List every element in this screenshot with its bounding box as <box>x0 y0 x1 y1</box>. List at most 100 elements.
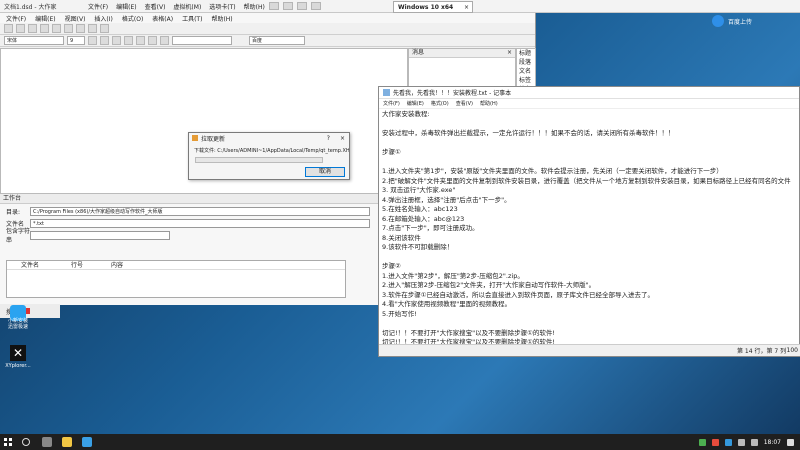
notepad-line: 安装过程中，杀毒软件弹出拦截提示，一定允许运行！！！如果不会的话，请关闭所有杀毒… <box>382 129 675 137</box>
notepad-line: 3.软件在步骤①已经自动激活，所以会直接进入到软件页面，原子库文件已经全部导入进… <box>382 290 655 299</box>
filename-input[interactable]: *.txt <box>30 218 370 228</box>
notepad-line: 步骤② <box>382 262 401 270</box>
align-right-icon[interactable] <box>148 36 157 45</box>
notepad-line: 1.进入文件夹"第1步"，安装"原版"文件夹里面的文件。软件会提示注册，先关闭（… <box>382 167 723 175</box>
tag-item[interactable]: 段落 <box>517 58 535 67</box>
menu-insert[interactable]: 插入(I) <box>94 14 112 23</box>
app-toolbar <box>0 23 535 35</box>
help-icon[interactable]: ? <box>327 135 330 142</box>
update-dialog: 拉取更新 ? × 下载文件: C:/Users/ADMINI~1/AppData… <box>188 132 350 180</box>
snapshot-icon[interactable] <box>282 2 293 10</box>
new-icon[interactable] <box>4 24 13 33</box>
save-icon[interactable] <box>28 24 37 33</box>
tray-app-icon[interactable] <box>698 438 706 446</box>
desktop-icon-label: 迅雷极速 <box>7 324 28 330</box>
vm-menu-file[interactable]: 文件(F) <box>88 2 108 11</box>
print-icon[interactable] <box>100 24 109 33</box>
col-content: 内容 <box>111 262 124 269</box>
notepad-line: 6.在邮箱处输入：abc@123 <box>382 214 465 223</box>
notepad-line: 3. 双击运行"大作家.exe" <box>382 186 456 194</box>
align-left-icon[interactable] <box>124 36 133 45</box>
message-panel-header: 消息 × <box>409 49 515 58</box>
tray-app-icon[interactable] <box>724 438 732 446</box>
bold-icon[interactable] <box>88 36 97 45</box>
cancel-button[interactable]: 取消 <box>305 167 345 177</box>
baidu-select[interactable]: 百度 <box>249 36 305 45</box>
close-icon[interactable]: × <box>340 135 345 142</box>
system-tray: 18:07 <box>698 438 800 446</box>
italic-icon[interactable] <box>100 36 109 45</box>
cloud-icon <box>712 15 724 27</box>
notepad-text-area[interactable]: 大作家安装教程: 安装过程中，杀毒软件弹出拦截提示，一定允许运行！！！如果不会的话… <box>379 109 800 346</box>
notepad-menu-edit[interactable]: 编辑(E) <box>407 100 424 107</box>
open-icon[interactable] <box>16 24 25 33</box>
color-icon[interactable] <box>160 36 169 45</box>
results-list[interactable]: 文件名 行号 内容 <box>6 260 346 298</box>
menu-file[interactable]: 文件(F) <box>6 14 26 23</box>
menu-view[interactable]: 视图(V) <box>65 14 86 23</box>
start-button[interactable] <box>0 434 16 450</box>
menu-help[interactable]: 帮助(H) <box>211 14 232 23</box>
notepad-menu-file[interactable]: 文件(F) <box>383 100 400 107</box>
network-icon[interactable] <box>737 438 745 446</box>
vm-menu-edit[interactable]: 编辑(E) <box>116 2 136 11</box>
cloud-label: 百度上传 <box>728 18 753 26</box>
notepad-line: 切记!！！不要打开"大作家搜宝"以及不要删除步骤①的软件! <box>382 328 556 337</box>
notepad-menu-help[interactable]: 帮助(H) <box>480 100 498 107</box>
desktop-icon[interactable]: ✕ XYplorer... <box>3 345 33 369</box>
copy-icon[interactable] <box>52 24 61 33</box>
undo-icon[interactable] <box>76 24 85 33</box>
vm-tab[interactable]: Windows 10 x64 × <box>393 1 473 13</box>
tray-app-icon[interactable] <box>711 438 719 446</box>
download-progress-bar <box>195 157 323 163</box>
menu-table[interactable]: 表格(A) <box>152 14 173 23</box>
contains-input[interactable] <box>30 230 170 240</box>
redo-icon[interactable] <box>88 24 97 33</box>
desktop-icon[interactable]: 小新安装 <box>3 315 33 324</box>
cursor-position: 第 14 行，第 7 列 <box>737 348 787 355</box>
task-view-icon[interactable] <box>42 437 52 447</box>
dir-input[interactable]: C:/Program Files (x86)/大作家超级自动写作软件_大师版 <box>30 206 370 216</box>
cloud-upload-widget[interactable]: 百度上传 <box>712 12 800 30</box>
tag-item[interactable]: 标题 <box>517 49 535 58</box>
notepad-menubar: 文件(F) 编辑(E) 格式(O) 查看(V) 帮助(H) <box>379 99 799 109</box>
notepad-line: 9.该软件不可卸载删除！ <box>382 243 454 251</box>
vm-menu-vm[interactable]: 虚拟机(M) <box>173 2 201 11</box>
cut-icon[interactable] <box>40 24 49 33</box>
fullscreen-icon[interactable] <box>310 2 321 10</box>
results-header: 文件名 行号 内容 <box>7 261 345 270</box>
windows-icon <box>4 438 12 446</box>
font-size-select[interactable]: 9 <box>67 36 85 45</box>
notification-icon[interactable] <box>787 438 794 446</box>
font-select[interactable]: 宋体 <box>4 36 64 45</box>
volume-icon[interactable] <box>750 438 758 446</box>
style-select[interactable] <box>172 36 232 45</box>
vm-menu-tabs[interactable]: 选项卡(T) <box>209 2 235 11</box>
menu-format[interactable]: 格式(O) <box>122 14 143 23</box>
revert-icon[interactable] <box>296 2 307 10</box>
notepad-menu-format[interactable]: 格式(O) <box>431 100 449 107</box>
notepad-icon[interactable] <box>82 437 92 447</box>
tag-item[interactable]: 文名 <box>517 67 535 76</box>
notepad-line: 8.关闭该软件 <box>382 233 421 242</box>
close-icon[interactable]: × <box>507 49 512 57</box>
vm-menu-help[interactable]: 帮助(H) <box>244 2 265 11</box>
underline-icon[interactable] <box>112 36 121 45</box>
close-icon[interactable]: × <box>464 4 469 11</box>
tag-item[interactable]: 标签 <box>517 76 535 85</box>
dir-label: 目录: <box>6 208 21 216</box>
dialog-controls: ? × <box>327 135 349 142</box>
search-icon[interactable] <box>22 438 30 446</box>
paste-icon[interactable] <box>64 24 73 33</box>
menu-edit[interactable]: 编辑(E) <box>35 14 55 23</box>
vm-menu-view[interactable]: 查看(V) <box>145 2 166 11</box>
notepad-line <box>382 319 798 329</box>
notepad-menu-view[interactable]: 查看(V) <box>456 100 473 107</box>
align-center-icon[interactable] <box>136 36 145 45</box>
clock[interactable]: 18:07 <box>764 439 781 446</box>
desktop-icon-label: XYplorer... <box>5 363 31 369</box>
pause-icon[interactable] <box>268 2 279 10</box>
folder-icon[interactable] <box>62 437 72 447</box>
menu-tools[interactable]: 工具(T) <box>182 14 202 23</box>
notepad-line <box>382 120 798 130</box>
